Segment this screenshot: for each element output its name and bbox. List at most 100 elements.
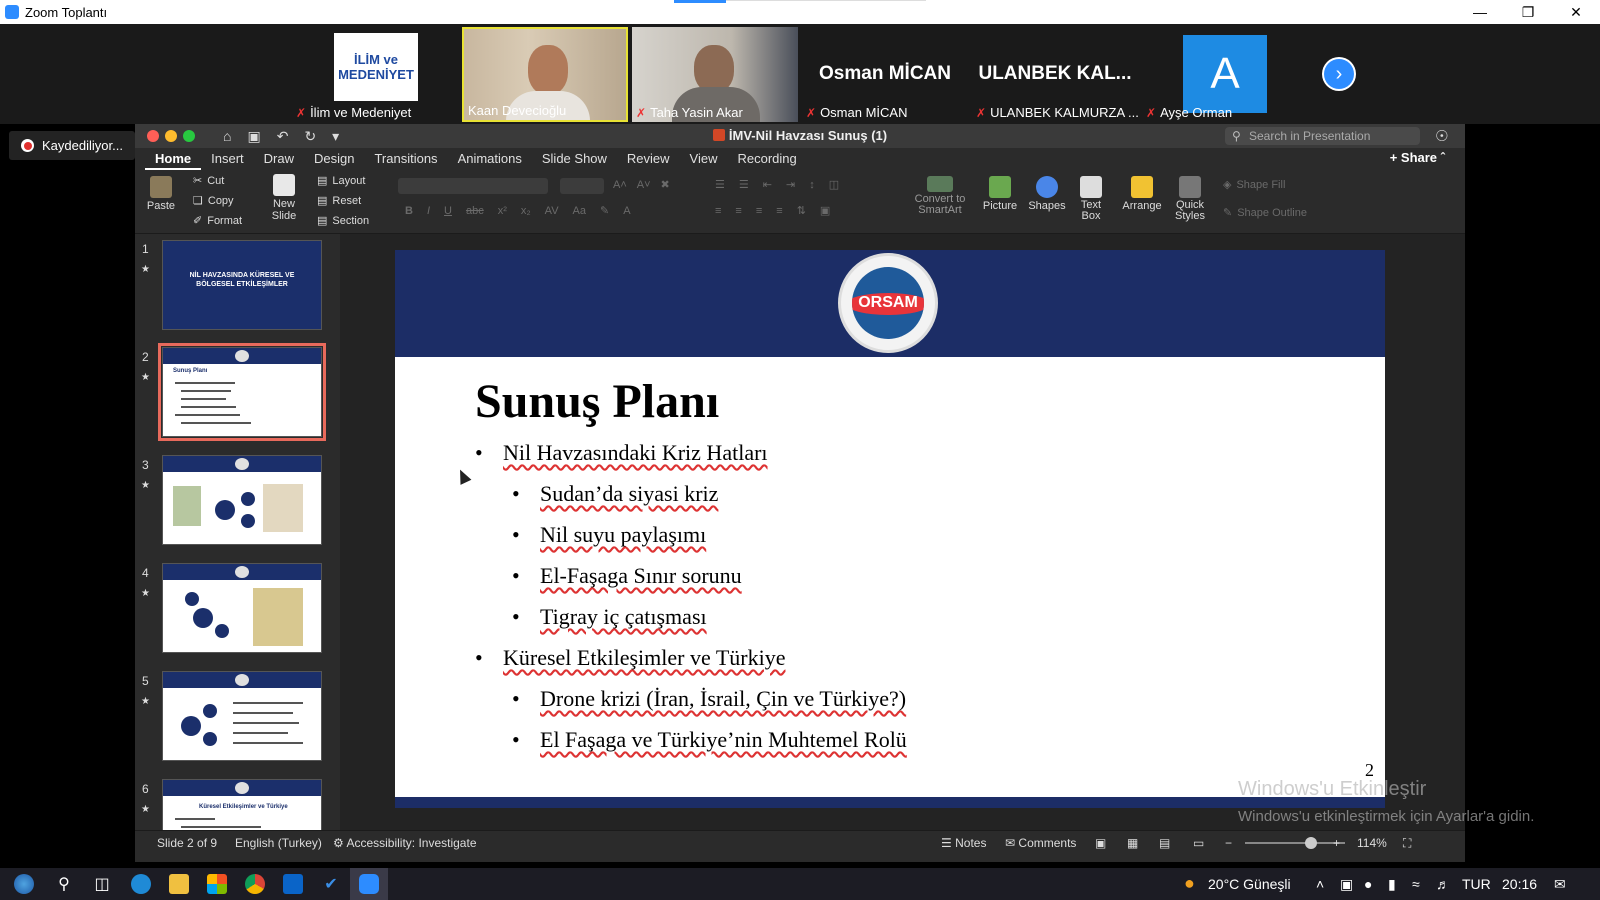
tab-recording[interactable]: Recording (728, 148, 807, 170)
layout-button[interactable]: ▤ Layout (317, 174, 365, 188)
participant-tile[interactable]: ✗ Taha Yasin Akar (632, 27, 798, 122)
account-icon[interactable]: ☉ (1435, 127, 1448, 145)
comments-button[interactable]: ✉ Comments (1005, 836, 1076, 850)
strikethrough-icon[interactable]: abc (466, 205, 484, 217)
subscript-icon[interactable]: x₂ (521, 205, 531, 217)
copy-button[interactable]: ❏ Copy (193, 194, 234, 208)
tab-animations[interactable]: Animations (448, 148, 532, 170)
align-text-icon[interactable]: ▣ (820, 204, 830, 217)
edge-taskbar-button[interactable] (122, 868, 160, 900)
zoom-slider[interactable] (1245, 842, 1345, 844)
shrink-font-icon[interactable]: A˅ (637, 179, 651, 191)
format-painter-button[interactable]: ✐ Format (193, 214, 242, 228)
next-page-button[interactable]: › (1322, 57, 1356, 91)
wifi-icon[interactable]: ≈ (1412, 876, 1420, 892)
grow-font-icon[interactable]: A˄ (613, 179, 627, 191)
notes-button[interactable]: ☰ Notes (941, 836, 986, 850)
device-icon[interactable]: ▣ (1340, 876, 1353, 893)
clock[interactable]: 20:16 (1502, 876, 1537, 892)
participant-tile[interactable]: Osman MİCAN ✗ Osman MİCAN (802, 27, 968, 122)
superscript-icon[interactable]: x² (498, 205, 507, 217)
bullet-level2[interactable]: Drone krizi (İran, İsrail, Çin ve Türkiy… (512, 686, 906, 712)
tab-transitions[interactable]: Transitions (364, 148, 447, 170)
shapes-button[interactable]: Shapes (1027, 176, 1067, 212)
reading-view-icon[interactable]: ▤ (1159, 836, 1170, 850)
italic-icon[interactable]: I (427, 205, 430, 217)
align-right-icon[interactable]: ≡ (756, 205, 762, 217)
tab-slide-show[interactable]: Slide Show (532, 148, 617, 170)
search-taskbar-button[interactable]: ⚲ (46, 868, 82, 900)
microphone-icon[interactable]: ● (1364, 876, 1372, 892)
bold-icon[interactable]: B (405, 205, 413, 217)
cut-button[interactable]: ✂ Cut (193, 174, 224, 188)
battery-icon[interactable]: ▮ (1388, 876, 1396, 893)
tab-design[interactable]: Design (304, 148, 364, 170)
font-color-icon[interactable]: A (623, 205, 630, 217)
thumbnail-slide-2[interactable]: Sunuş Planı (158, 343, 326, 441)
bullet-level2[interactable]: Tigray iç çatışması (512, 604, 707, 630)
char-spacing-icon[interactable]: AV (545, 205, 559, 217)
minimize-icon[interactable]: — (1456, 0, 1504, 24)
tab-view[interactable]: View (680, 148, 728, 170)
chrome-taskbar-button[interactable] (236, 868, 274, 900)
font-name-field[interactable] (398, 178, 548, 194)
justify-icon[interactable]: ≡ (776, 205, 782, 217)
decrease-indent-icon[interactable]: ⇤ (763, 178, 772, 191)
thumbnail-slide-1[interactable]: NİL HAVZASINDA KÜRESEL VE BÖLGESEL ETKİL… (162, 240, 322, 330)
participant-tile-active[interactable]: Kaan Devecioğlu (462, 27, 628, 122)
paste-button[interactable]: Paste (143, 176, 179, 212)
zoom-in-icon[interactable]: + (1333, 836, 1340, 850)
numbering-icon[interactable]: ☰ (739, 178, 749, 191)
share-button[interactable]: + Share ˆ (1390, 150, 1445, 165)
store-taskbar-button[interactable] (198, 868, 236, 900)
start-button[interactable] (6, 868, 42, 900)
language-status[interactable]: English (Turkey) (235, 836, 322, 850)
bullet-level2[interactable]: Nil suyu paylaşımı (512, 522, 706, 548)
normal-view-icon[interactable]: ▣ (1095, 836, 1106, 850)
search-box[interactable]: ⚲ Search in Presentation (1225, 127, 1420, 145)
increase-indent-icon[interactable]: ⇥ (786, 178, 795, 191)
todo-taskbar-button[interactable]: ✔ (312, 868, 350, 900)
convert-smartart-button[interactable]: Convert to SmartArt (910, 176, 970, 216)
shape-outline-button[interactable]: ✎ Shape Outline (1223, 206, 1307, 220)
current-slide[interactable]: ORSAM Sunuş Planı Nil Havzasındaki Kriz … (395, 250, 1385, 808)
tab-review[interactable]: Review (617, 148, 680, 170)
change-case-icon[interactable]: Aa (573, 205, 586, 217)
recording-indicator[interactable]: Kaydediliyor... (9, 131, 135, 160)
line-spacing-icon[interactable]: ↕ (809, 179, 815, 191)
zoom-out-icon[interactable]: − (1225, 836, 1232, 850)
thumbnail-slide-3[interactable] (162, 455, 322, 545)
font-size-field[interactable] (560, 178, 604, 194)
volume-icon[interactable]: ♬ (1436, 876, 1450, 892)
weather-status[interactable]: 20°C Güneşli (1208, 876, 1291, 892)
text-direction-icon[interactable]: ⇅ (797, 204, 806, 217)
participant-tile[interactable]: İLİM ve MEDENİYET ✗ İlim ve Medeniyet (292, 27, 458, 122)
participant-tile[interactable]: A ✗ Ayşe Orman (1142, 27, 1308, 122)
bullet-level1[interactable]: Nil Havzasındaki Kriz Hatları (475, 440, 767, 466)
tab-home[interactable]: Home (145, 148, 202, 170)
zoom-level[interactable]: 114% (1357, 836, 1387, 850)
presenter-view-icon[interactable]: ▭ (1193, 836, 1204, 850)
bullet-level2[interactable]: El Faşaga ve Türkiye’nin Muhtemel Rolü (512, 727, 907, 753)
align-center-icon[interactable]: ≡ (735, 205, 741, 217)
close-icon[interactable]: ✕ (1552, 0, 1600, 24)
restore-icon[interactable]: ❐ (1504, 0, 1552, 24)
shape-fill-button[interactable]: ◈ Shape Fill (1223, 178, 1285, 192)
mail-taskbar-button[interactable] (274, 868, 312, 900)
tab-draw[interactable]: Draw (254, 148, 304, 170)
zoom-taskbar-button[interactable] (350, 868, 388, 900)
accessibility-status[interactable]: ⚙ Accessibility: Investigate (333, 836, 477, 850)
quick-styles-button[interactable]: Quick Styles (1169, 176, 1211, 222)
columns-icon[interactable]: ◫ (829, 178, 839, 191)
slide-canvas[interactable]: ORSAM Sunuş Planı Nil Havzasındaki Kriz … (340, 234, 1465, 830)
slide-sorter-icon[interactable]: ▦ (1127, 836, 1138, 850)
tray-expand-icon[interactable]: ˄ (1316, 876, 1324, 892)
section-button[interactable]: ▤ Section (317, 214, 369, 228)
text-box-button[interactable]: Text Box (1073, 176, 1109, 222)
bullets-icon[interactable]: ☰ (715, 178, 725, 191)
new-slide-button[interactable]: New Slide (263, 174, 305, 222)
reset-button[interactable]: ▤ Reset (317, 194, 361, 208)
task-view-button[interactable]: ◫ (84, 868, 120, 900)
highlight-icon[interactable]: ✎ (600, 204, 609, 217)
thumbnail-slide-5[interactable] (162, 671, 322, 761)
